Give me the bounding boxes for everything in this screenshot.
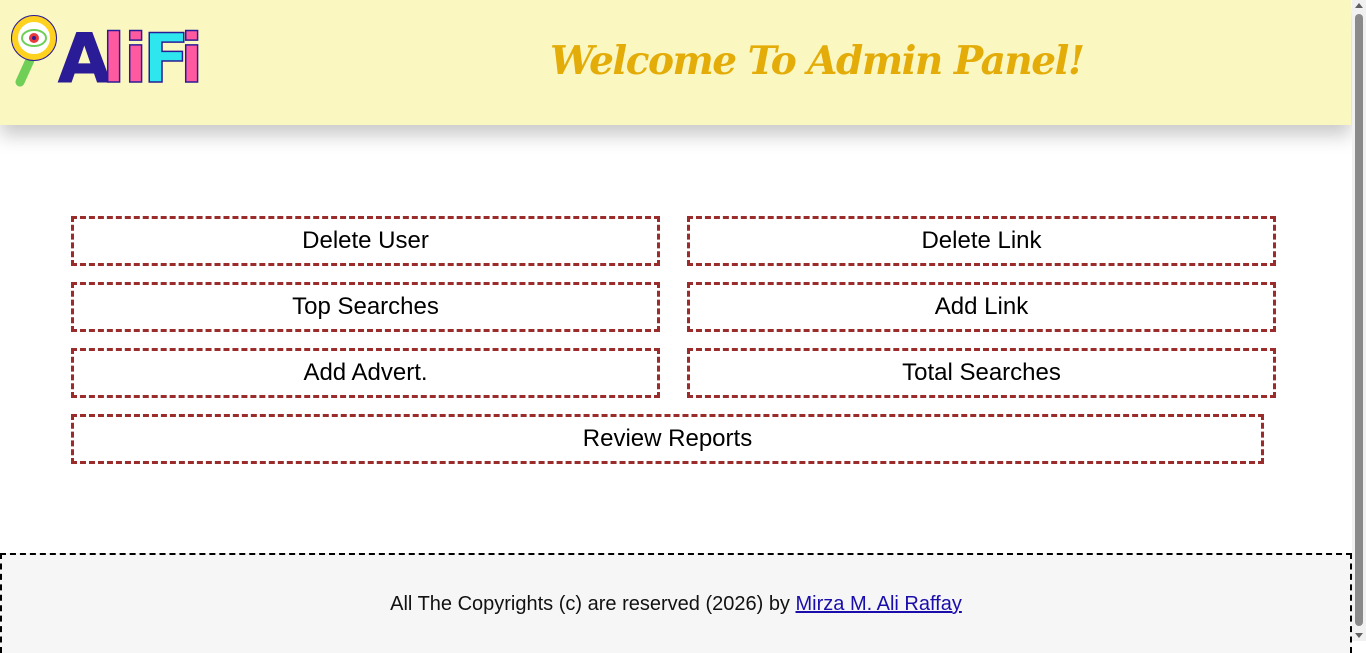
- copyright-line: All The Copyrights (c) are reserved (202…: [2, 593, 1350, 616]
- review-reports-button[interactable]: Review Reports: [71, 414, 1264, 464]
- magnifier-eye-icon: [11, 15, 57, 87]
- delete-user-button[interactable]: Delete User: [71, 216, 660, 266]
- vertical-scrollbar[interactable]: [1352, 0, 1366, 641]
- footer: All The Copyrights (c) are reserved (202…: [0, 553, 1352, 653]
- logo-letter-l: l: [102, 20, 125, 88]
- scroll-up-arrow-icon[interactable]: [1355, 3, 1363, 8]
- header: A l i F i Welcome To Admin Panel!: [0, 0, 1351, 125]
- scroll-down-arrow-icon[interactable]: [1355, 633, 1363, 638]
- delete-link-button[interactable]: Delete Link: [687, 216, 1276, 266]
- add-link-button[interactable]: Add Link: [687, 282, 1276, 332]
- alifi-logo[interactable]: A l i F i: [8, 10, 203, 88]
- welcome-heading: Welcome To Admin Panel!: [550, 38, 1085, 84]
- scrollbar-thumb[interactable]: [1355, 14, 1363, 626]
- add-advert-button[interactable]: Add Advert.: [71, 348, 660, 398]
- total-searches-button[interactable]: Total Searches: [687, 348, 1276, 398]
- copyright-text: All The Copyrights (c) are reserved (202…: [390, 593, 790, 615]
- top-searches-button[interactable]: Top Searches: [71, 282, 660, 332]
- logo-letter-i2: i: [180, 20, 203, 88]
- author-link[interactable]: Mirza M. Ali Raffay: [796, 593, 962, 615]
